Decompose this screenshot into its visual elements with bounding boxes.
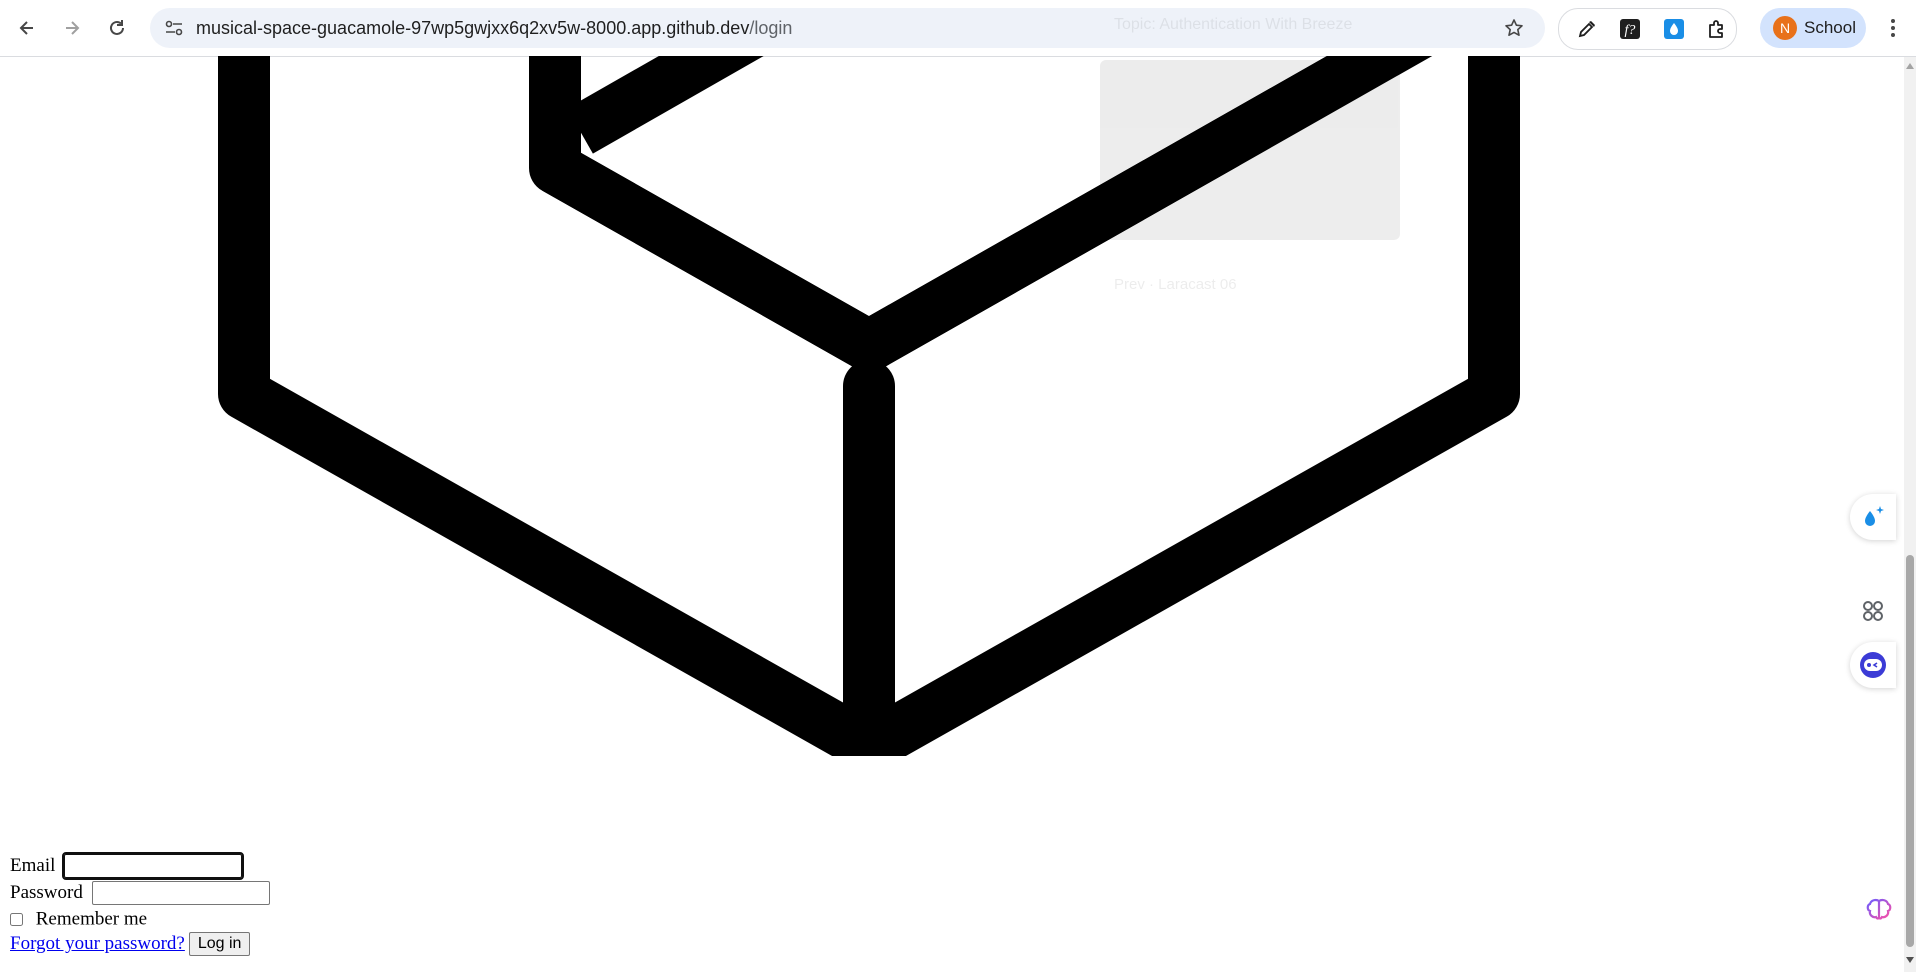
- reload-icon: [110, 20, 124, 35]
- password-label: Password: [10, 882, 83, 903]
- puzzle-icon[interactable]: [1703, 15, 1731, 43]
- profile-label: School: [1804, 18, 1856, 37]
- email-row: Email: [10, 852, 245, 880]
- address-url: musical-space-guacamole-97wp5gwjxx6q2xv5…: [196, 8, 792, 48]
- brain-widget[interactable]: [1856, 888, 1902, 934]
- email-label: Email: [10, 855, 56, 876]
- forgot-password-link[interactable]: Forgot your password?: [10, 933, 185, 954]
- star-icon[interactable]: [1504, 18, 1524, 43]
- eyedropper-icon[interactable]: [1573, 15, 1601, 43]
- face-widget[interactable]: [1850, 642, 1896, 688]
- svg-text:f?: f?: [1625, 23, 1636, 38]
- application-logo: [218, 56, 1520, 756]
- scroll-down-arrow[interactable]: [1906, 957, 1914, 963]
- avatar: N: [1773, 16, 1797, 40]
- extensions-group: f?: [1558, 8, 1737, 50]
- browser-menu-button[interactable]: [1878, 10, 1908, 46]
- remember-row: Remember me: [10, 908, 147, 931]
- reload-button[interactable]: [99, 10, 135, 46]
- scroll-up-arrow[interactable]: [1906, 63, 1914, 69]
- forward-button[interactable]: [54, 10, 90, 46]
- url-path: /login: [749, 18, 793, 38]
- command-widget[interactable]: [1850, 588, 1896, 634]
- profile-button[interactable]: N School: [1760, 8, 1866, 48]
- font-function-icon[interactable]: f?: [1616, 15, 1644, 43]
- page-scrollbar[interactable]: [1904, 57, 1916, 972]
- password-row: Password: [10, 881, 270, 905]
- login-button[interactable]: Log in: [188, 932, 251, 956]
- address-bar[interactable]: musical-space-guacamole-97wp5gwjxx6q2xv5…: [150, 8, 1545, 48]
- remember-label: Remember me: [35, 908, 148, 930]
- remember-checkbox[interactable]: [10, 913, 23, 927]
- actions-row: Forgot your password? Log in: [10, 932, 251, 956]
- browser-toolbar: musical-space-guacamole-97wp5gwjxx6q2xv5…: [0, 0, 1916, 57]
- url-host: musical-space-guacamole-97wp5gwjxx6q2xv5…: [196, 18, 750, 38]
- email-field[interactable]: [62, 852, 245, 880]
- face-icon: [1860, 652, 1886, 678]
- forward-arrow-icon: [66, 21, 80, 35]
- back-arrow-icon: [19, 21, 33, 35]
- sparkle-drop-icon: [1865, 506, 1884, 526]
- brain-icon: [1866, 898, 1892, 920]
- scroll-thumb[interactable]: [1906, 555, 1914, 947]
- back-button[interactable]: [9, 10, 45, 46]
- password-field[interactable]: [91, 881, 270, 905]
- site-info-icon[interactable]: [164, 19, 184, 42]
- sparkle-drop-widget[interactable]: [1850, 494, 1896, 540]
- command-icon: [1863, 601, 1883, 621]
- three-dots-icon: [1891, 19, 1895, 37]
- water-drop-icon[interactable]: [1660, 15, 1688, 43]
